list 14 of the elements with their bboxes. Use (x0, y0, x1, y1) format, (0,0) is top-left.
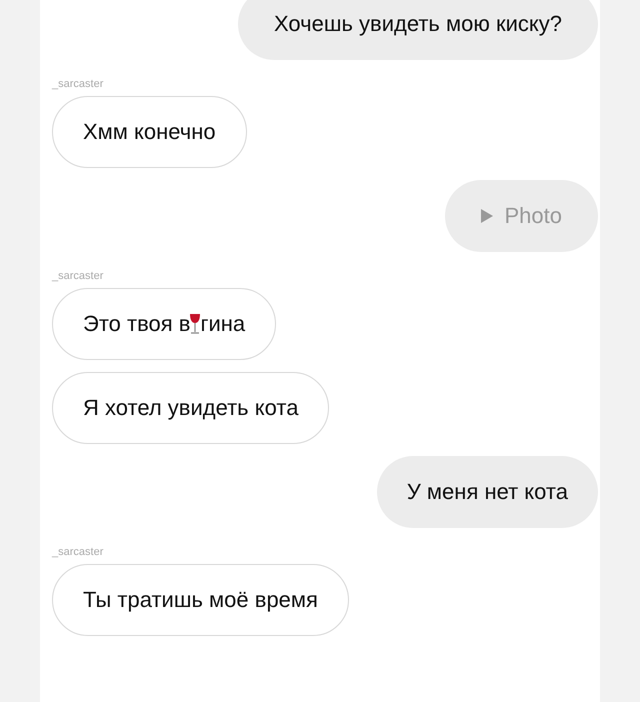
photo-message[interactable]: Photo (444, 180, 598, 252)
message-text: Photo (504, 203, 562, 229)
sender-name: _sarcaster (52, 270, 104, 282)
message-text: гина (200, 311, 246, 337)
sender-name: _sarcaster (52, 78, 104, 90)
message-bubble: У меня нет кота (376, 456, 598, 528)
sender-name: _sarcaster (52, 546, 104, 558)
message-bubble: Хмм конечно (52, 96, 247, 168)
play-icon (480, 209, 492, 223)
message-bubble: Хочешь увидеть мою киску? (238, 0, 598, 60)
message-bubble: Ты тратишь моё время (52, 564, 349, 636)
message-bubble: Я хотел увидеть кота (52, 372, 330, 444)
wine-glass-icon (189, 313, 202, 335)
message-text: Это твоя в (83, 311, 190, 337)
